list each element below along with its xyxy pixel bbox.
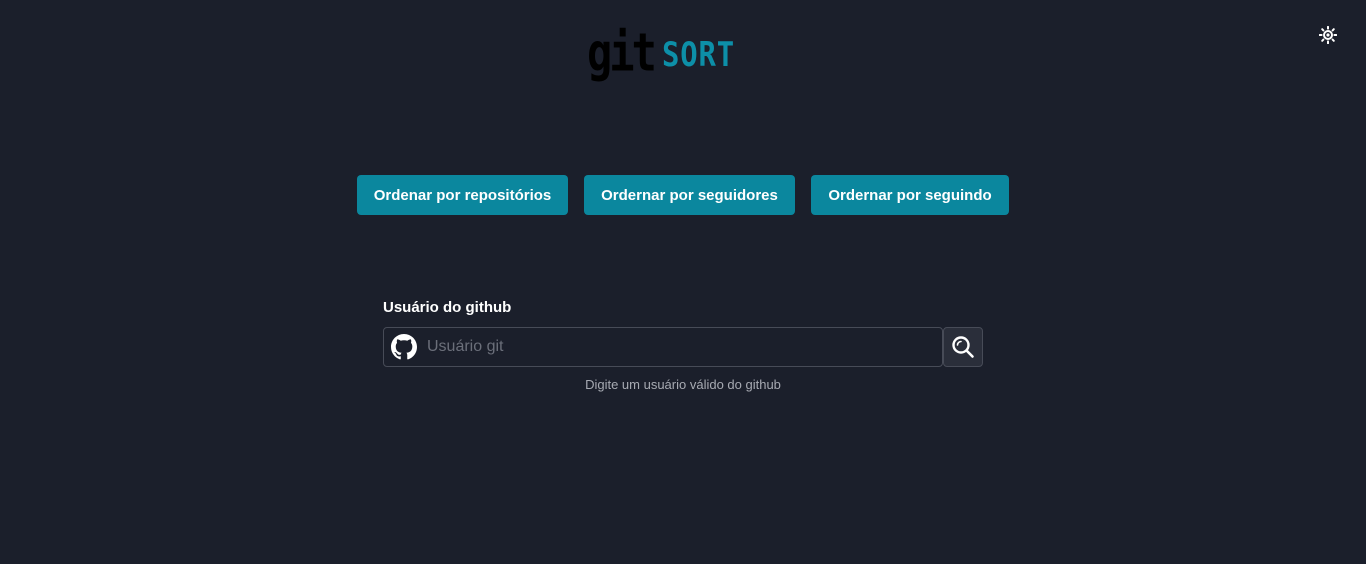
search-label: Usuário do github — [383, 299, 512, 316]
search-input-wrapper — [383, 327, 944, 367]
logo-text-git: git — [587, 21, 657, 83]
sort-by-following-button[interactable]: Ordernar por seguindo — [811, 175, 1009, 215]
github-icon — [390, 334, 417, 361]
logo: git SORT — [585, 22, 740, 94]
sort-by-repositories-button[interactable]: Ordenar por repositórios — [357, 175, 568, 215]
page: git SORT Ordenar por repositórios Ordern… — [0, 0, 1366, 564]
logo-text-sort: SORT — [661, 35, 735, 75]
search-icon — [952, 336, 974, 358]
search-row — [383, 327, 983, 367]
sort-by-followers-button[interactable]: Ordernar por seguidores — [584, 175, 795, 215]
github-username-input[interactable] — [425, 329, 943, 365]
theme-toggle-button[interactable] — [1317, 24, 1339, 46]
sun-icon — [1319, 26, 1337, 44]
user-search-section: Usuário do github Digite um usuário váli… — [383, 298, 983, 392]
search-helper-text: Digite um usuário válido do github — [585, 377, 781, 392]
sort-buttons-group: Ordenar por repositórios Ordernar por se… — [357, 175, 1009, 215]
search-button[interactable] — [943, 327, 983, 367]
